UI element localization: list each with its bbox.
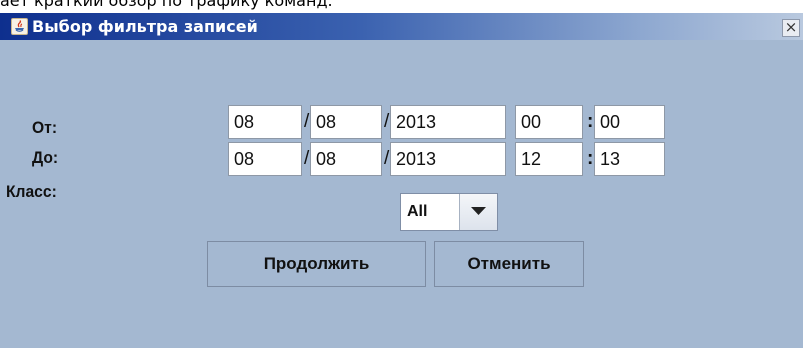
filter-dialog: Выбор фильтра записей × От: / / : До: / … (0, 13, 803, 348)
to-day-field[interactable] (228, 142, 302, 176)
continue-button[interactable]: Продолжить (207, 241, 426, 287)
from-month-field[interactable] (310, 105, 382, 139)
class-select[interactable]: All (400, 193, 498, 231)
from-minute-field[interactable] (594, 105, 665, 139)
java-app-icon (11, 18, 28, 35)
to-time-separator: : (587, 148, 594, 169)
to-year-field[interactable] (390, 142, 506, 176)
from-year-field[interactable] (390, 105, 506, 139)
title-bar[interactable]: Выбор фильтра записей × (0, 13, 803, 40)
to-date-separator-1: / (304, 148, 310, 169)
to-month-field[interactable] (310, 142, 382, 176)
close-button[interactable]: × (782, 19, 800, 37)
from-hour-field[interactable] (515, 105, 583, 139)
class-label: Класс: (6, 182, 57, 201)
from-date-separator-1: / (304, 111, 310, 132)
dialog-title: Выбор фильтра записей (32, 17, 258, 36)
background-text: ает краткий обзор по трафику команд. (0, 0, 333, 10)
from-day-field[interactable] (228, 105, 302, 139)
triangle-down-icon (471, 207, 486, 215)
from-date-separator-2: / (384, 111, 390, 132)
to-label: До: (32, 148, 59, 167)
to-minute-field[interactable] (594, 142, 665, 176)
class-selected-value: All (407, 203, 428, 220)
to-date-separator-2: / (384, 148, 390, 169)
to-hour-field[interactable] (515, 142, 583, 176)
from-label: От: (32, 118, 58, 137)
dropdown-arrow-button[interactable] (459, 194, 497, 230)
cancel-button[interactable]: Отменить (434, 241, 584, 287)
from-time-separator: : (587, 111, 594, 132)
